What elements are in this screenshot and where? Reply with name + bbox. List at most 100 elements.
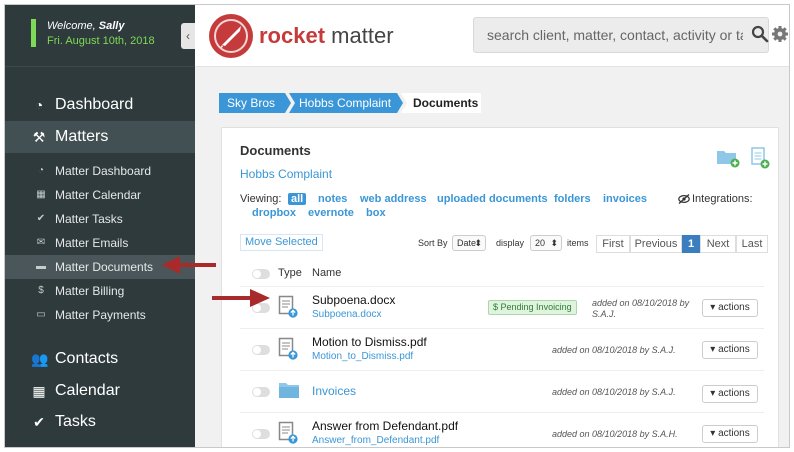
sidebar-item-label: Contacts	[55, 350, 119, 367]
document-name[interactable]: Subpoena.docx	[312, 293, 395, 307]
add-folder-icon[interactable]	[716, 148, 740, 168]
column-type: Type	[278, 267, 302, 279]
envelope-icon: ✉	[36, 237, 46, 248]
filter-dropbox[interactable]: dropbox	[252, 207, 296, 219]
pager-last-button[interactable]: Last	[736, 235, 768, 253]
filter-invoices[interactable]: invoices	[603, 193, 647, 205]
welcome-date: Fri. August 10th, 2018	[47, 35, 155, 47]
folder-name[interactable]: Invoices	[312, 384, 356, 398]
document-name[interactable]: Answer from Defendant.pdf	[312, 419, 458, 433]
documents-title: Documents	[240, 143, 311, 158]
sidebar-item-calendar[interactable]: ▦ Calendar	[5, 375, 195, 407]
sort-by-select[interactable]: Date ⬍	[452, 235, 486, 251]
sidebar-item-dashboard[interactable]: ◔ Dashboard	[5, 89, 195, 121]
contacts-icon: 👥	[31, 351, 49, 367]
filter-evernote[interactable]: evernote	[308, 207, 354, 219]
dashboard-icon: ◔	[34, 97, 44, 113]
credit-card-icon: ▭	[36, 309, 46, 320]
sidebar-item-label: Calendar	[55, 382, 120, 399]
updown-icon: ⬍	[474, 238, 482, 248]
display-count-select[interactable]: 20 ⬍	[530, 235, 562, 251]
app-logo-text[interactable]: rocket matter	[259, 23, 394, 49]
sidebar-item-matter-billing[interactable]: $ Matter Billing	[5, 279, 195, 303]
pager-previous-button[interactable]: Previous	[630, 235, 682, 253]
actions-dropdown[interactable]: ▾ actions	[702, 341, 758, 359]
dollar-icon: $	[38, 285, 44, 296]
actions-dropdown[interactable]: ▾ actions	[702, 385, 758, 403]
sidebar-item-matters[interactable]: ⚒ Matters	[5, 121, 195, 153]
viewing-label: Viewing:	[240, 193, 282, 205]
pager-first-button[interactable]: First	[596, 235, 630, 253]
actions-dropdown[interactable]: ▾ actions	[702, 299, 758, 317]
sidebar-item-tasks[interactable]: ✔ Tasks	[5, 406, 195, 438]
welcome-panel: Welcome, Sally Fri. August 10th, 2018	[5, 5, 195, 67]
filter-web-address[interactable]: web address	[360, 193, 427, 205]
sidebar-item-matter-calendar[interactable]: ▦ Matter Calendar	[5, 183, 195, 207]
sidebar-item-label: Dashboard	[55, 96, 134, 113]
add-document-icon[interactable]	[750, 146, 770, 170]
table-row[interactable]: Motion to Dismiss.pdf Motion_to_Dismiss.…	[240, 328, 764, 370]
sidebar-item-label: Matter Documents	[55, 260, 154, 274]
rocket-logo-icon[interactable]	[209, 14, 253, 58]
status-badge: $ Pending Invoicing	[488, 300, 577, 315]
document-upload-icon	[278, 337, 298, 360]
document-file-link[interactable]: Motion_to_Dismiss.pdf	[312, 351, 413, 362]
global-search-input[interactable]: search client, matter, contact, activity…	[473, 17, 769, 53]
sidebar-item-matter-tasks[interactable]: ✔ Matter Tasks	[5, 207, 195, 231]
sort-by-label: Sort By	[418, 238, 448, 248]
search-placeholder: search client, matter, contact, activity…	[487, 27, 743, 43]
row-select-toggle[interactable]	[252, 429, 270, 439]
annotation-arrow-sidebar	[162, 256, 216, 274]
filter-folders[interactable]: folders	[554, 193, 591, 205]
document-upload-icon	[278, 421, 298, 444]
welcome-accent-bar	[31, 19, 36, 47]
dashboard-icon: ◔	[37, 165, 45, 176]
actions-dropdown[interactable]: ▾ actions	[702, 425, 758, 443]
move-selected-button[interactable]: Move Selected	[240, 234, 323, 251]
search-icon[interactable]	[751, 25, 769, 43]
table-header: Type Name	[240, 264, 764, 284]
filter-box[interactable]: box	[366, 207, 386, 219]
table-row[interactable]: Invoices added on 08/10/2018 by S.A.J. ▾…	[240, 370, 764, 412]
breadcrumb-hobbs-complaint[interactable]: Hobbs Complaint	[299, 96, 391, 110]
sidebar-collapse-button[interactable]: ‹	[181, 23, 195, 49]
actions-label: actions	[718, 388, 750, 399]
dollar-icon: $	[493, 302, 499, 312]
app-window: Welcome, Sally Fri. August 10th, 2018 ‹ …	[4, 4, 790, 448]
breadcrumb-sky-bros[interactable]: Sky Bros	[227, 96, 275, 110]
document-file-link[interactable]: Answer_from_Defendant.pdf	[312, 435, 439, 446]
select-all-toggle[interactable]	[252, 269, 270, 279]
folder-icon: ▬	[36, 261, 46, 272]
table-row[interactable]: Answer from Defendant.pdf Answer_from_De…	[240, 412, 764, 447]
pager-next-button[interactable]: Next	[700, 235, 736, 253]
sidebar: Welcome, Sally Fri. August 10th, 2018 ‹ …	[5, 5, 195, 447]
documents-panel: Documents Hobbs Complaint Viewing: all n…	[221, 127, 779, 447]
added-by: S.A.J.	[592, 309, 617, 319]
gear-icon[interactable]	[771, 25, 789, 43]
sidebar-item-matter-dashboard[interactable]: ◔ Matter Dashboard	[5, 159, 195, 183]
filter-notes[interactable]: notes	[318, 193, 347, 205]
document-name[interactable]: Motion to Dismiss.pdf	[312, 335, 427, 349]
actions-label: actions	[718, 344, 750, 355]
sidebar-item-matter-payments[interactable]: ▭ Matter Payments	[5, 303, 195, 327]
logo-word-rocket: rocket	[259, 23, 326, 48]
filter-all[interactable]: all	[288, 193, 307, 205]
document-file-link[interactable]: Subpoena.docx	[312, 309, 382, 320]
display-label: display	[496, 238, 525, 248]
row-select-toggle[interactable]	[252, 345, 270, 355]
table-row[interactable]: Subpoena.docx Subpoena.docx $ Pending In…	[240, 286, 764, 328]
check-icon: ✔	[36, 213, 46, 224]
filter-uploaded-documents[interactable]: uploaded documents	[437, 193, 548, 205]
sidebar-item-matter-emails[interactable]: ✉ Matter Emails	[5, 231, 195, 255]
sidebar-item-contacts[interactable]: 👥 Contacts	[5, 343, 195, 375]
pager-page-1[interactable]: 1	[682, 235, 700, 253]
sidebar-item-label: Matter Calendar	[55, 188, 142, 202]
check-icon: ✔	[33, 414, 45, 430]
sidebar-item-label: Matter Tasks	[55, 212, 123, 226]
matter-link[interactable]: Hobbs Complaint	[240, 167, 332, 181]
added-info: added on 08/10/2018 by S.A.J.	[552, 387, 676, 397]
logo-word-matter: matter	[331, 23, 394, 48]
actions-label: actions	[718, 302, 750, 313]
row-select-toggle[interactable]	[252, 387, 270, 397]
sidebar-item-label: Tasks	[55, 413, 96, 430]
